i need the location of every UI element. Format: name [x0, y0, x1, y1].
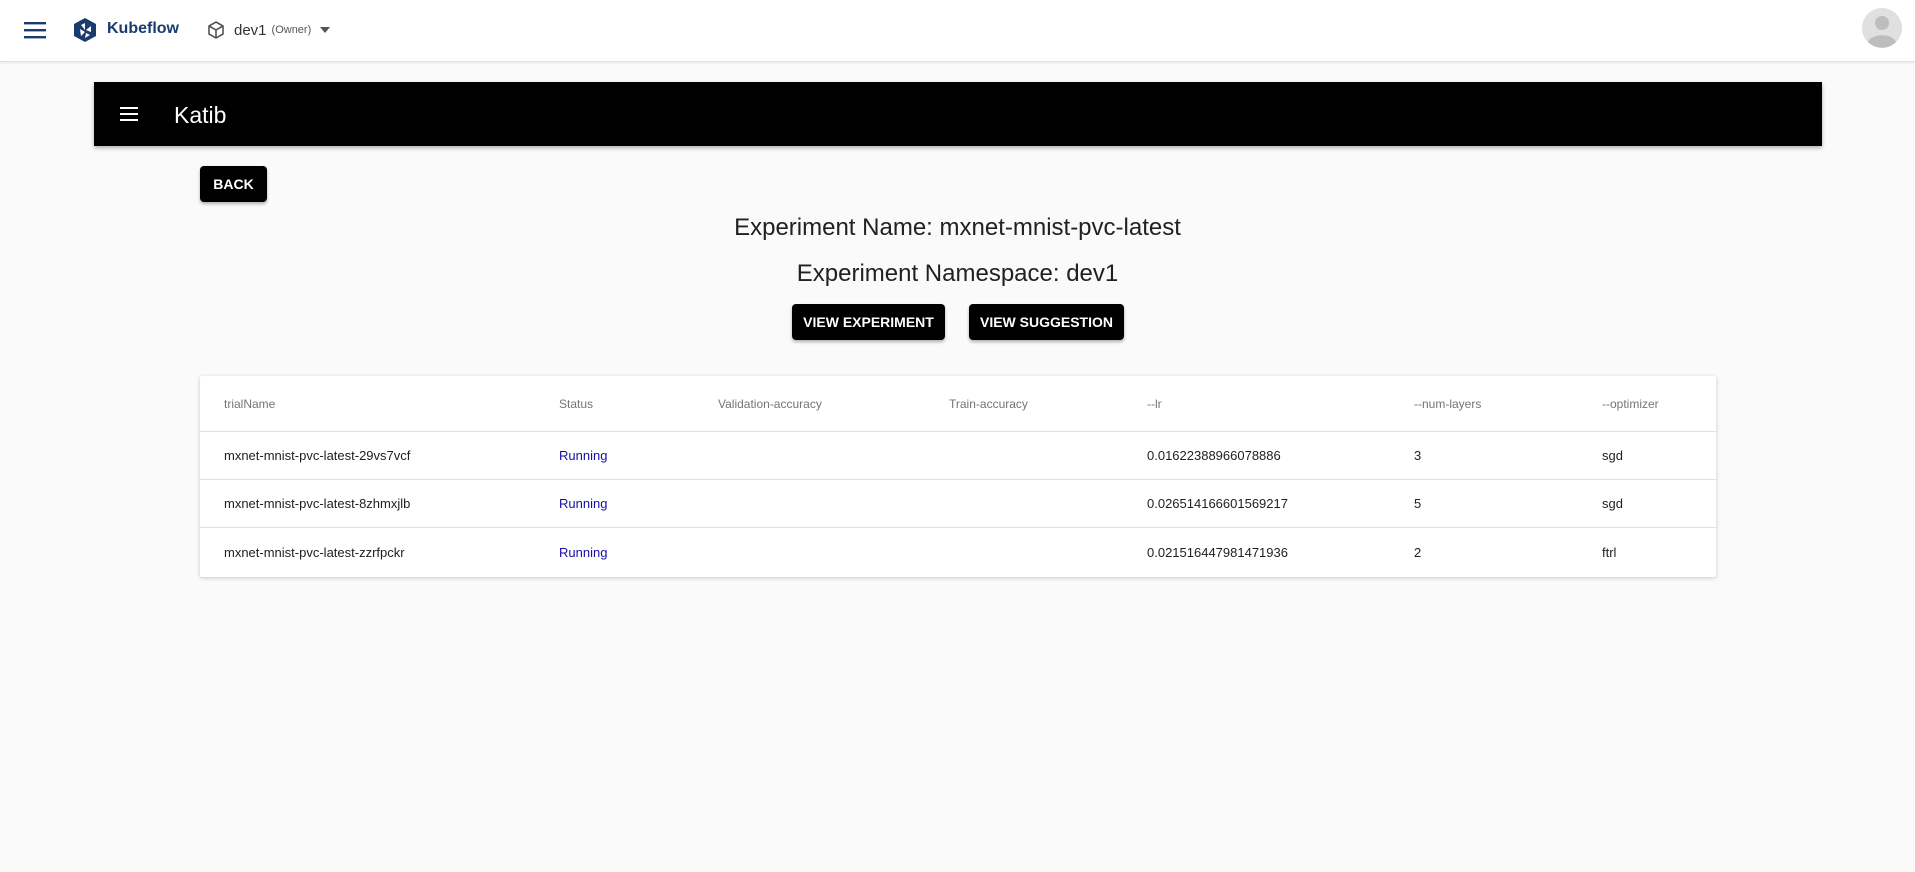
optimizer-cell: sgd — [1602, 448, 1623, 463]
lr-cell: 0.01622388966078886 — [1147, 448, 1281, 463]
column-header-lr[interactable]: --lr — [1147, 376, 1162, 431]
optimizer-cell: ftrl — [1602, 544, 1617, 560]
katib-header: Katib — [94, 82, 1822, 146]
column-header-num-layers[interactable]: --num-layers — [1414, 376, 1481, 431]
num-layers-cell: 5 — [1414, 496, 1422, 511]
trial-name-cell: mxnet-mnist-pvc-latest-29vs7vcf — [224, 448, 411, 463]
column-header-optimizer[interactable]: --optimizer — [1602, 376, 1659, 431]
table-row: mxnet-mnist-pvc-latest-zzrfpckr Running … — [200, 528, 1716, 576]
num-layers-cell: 2 — [1414, 544, 1422, 560]
cube-icon — [206, 20, 226, 40]
namespace-name: dev1 — [234, 21, 267, 39]
lr-cell: 0.021516447981471936 — [1147, 544, 1288, 560]
view-experiment-button[interactable]: VIEW EXPERIMENT — [792, 304, 945, 340]
account-circle-icon[interactable] — [1862, 8, 1902, 48]
brand-name[interactable]: Kubeflow — [107, 20, 179, 38]
trial-status-link[interactable]: Running — [559, 480, 607, 527]
trial-name-cell: mxnet-mnist-pvc-latest-zzrfpckr — [224, 544, 405, 560]
lr-cell: 0.026514166601569217 — [1147, 496, 1288, 511]
num-layers-cell: 3 — [1414, 448, 1422, 463]
table-row: mxnet-mnist-pvc-latest-29vs7vcf Running … — [200, 432, 1716, 480]
table-row: mxnet-mnist-pvc-latest-8zhmxjlb Running … — [200, 480, 1716, 528]
namespace-selector[interactable]: dev1 (Owner) — [206, 18, 331, 42]
menu-icon[interactable] — [118, 104, 140, 124]
top-app-bar: Kubeflow dev1 (Owner) — [0, 0, 1915, 62]
namespace-role: (Owner) — [271, 24, 312, 36]
trial-status-link[interactable]: Running — [559, 528, 607, 576]
trials-table: trialName Status Validation-accuracy Tra… — [200, 376, 1716, 577]
experiment-name: Experiment Name: mxnet-mnist-pvc-latest — [734, 214, 1181, 241]
menu-icon[interactable] — [22, 18, 48, 42]
column-header-trialname[interactable]: trialName — [224, 376, 275, 431]
caret-down-icon — [320, 27, 331, 33]
kubeflow-logo-icon — [72, 17, 98, 43]
trial-name-cell: mxnet-mnist-pvc-latest-8zhmxjlb — [224, 496, 411, 511]
table-header-row: trialName Status Validation-accuracy Tra… — [200, 376, 1716, 432]
column-header-train-accuracy[interactable]: Train-accuracy — [949, 376, 1028, 431]
back-button[interactable]: BACK — [200, 166, 267, 202]
view-suggestion-button[interactable]: VIEW SUGGESTION — [969, 304, 1124, 340]
katib-title: Katib — [174, 102, 227, 128]
column-header-status[interactable]: Status — [559, 376, 593, 431]
optimizer-cell: sgd — [1602, 496, 1623, 511]
experiment-namespace: Experiment Namespace: dev1 — [796, 260, 1119, 287]
trial-status-link[interactable]: Running — [559, 432, 607, 479]
column-header-validation-accuracy[interactable]: Validation-accuracy — [718, 376, 822, 431]
